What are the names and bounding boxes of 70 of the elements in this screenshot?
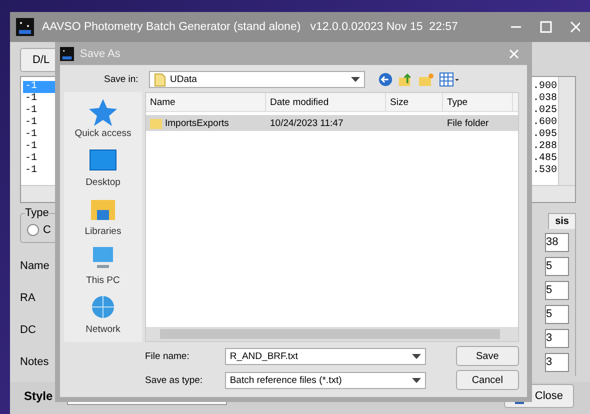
- column-header[interactable]: Date modified: [266, 93, 386, 111]
- radio-label: C: [43, 224, 51, 236]
- dropdown-arrow-icon: [412, 378, 421, 382]
- value-field[interactable]: 3: [545, 353, 569, 372]
- field-label: DC: [20, 323, 37, 338]
- save-in-dropdown[interactable]: UData: [149, 71, 365, 88]
- value-field[interactable]: 5: [545, 257, 569, 276]
- row-end-text: .288: [532, 141, 557, 153]
- folder-icon: [154, 72, 166, 86]
- listing-row[interactable]: -1: [23, 105, 55, 117]
- dialog-title: Save As: [80, 48, 122, 60]
- date-cell-text: 10/24/2023 11:47: [269, 116, 344, 130]
- listing-row[interactable]: -1: [23, 117, 55, 129]
- type-cell-text: File folder: [446, 116, 490, 130]
- value-field[interactable]: 5: [545, 281, 569, 300]
- row-end-text: .900: [532, 81, 557, 93]
- file-type-dropdown[interactable]: Batch reference files (*.txt): [224, 372, 426, 388]
- row-end-text: .485: [532, 153, 557, 165]
- field-label: Notes: [20, 355, 50, 370]
- listing-row[interactable]: -1: [23, 153, 55, 165]
- dropdown-arrow-icon: [351, 77, 360, 82]
- place-item[interactable]: Desktop: [82, 145, 124, 190]
- place-item[interactable]: Network: [82, 292, 124, 337]
- group-label: Type: [25, 207, 49, 219]
- close-icon[interactable]: [570, 21, 580, 33]
- app-icon: [60, 46, 74, 60]
- value-field[interactable]: 5: [545, 305, 569, 324]
- horizontal-scrollbar[interactable]: [146, 327, 518, 341]
- listing-row[interactable]: -1: [23, 93, 55, 105]
- maximize-icon[interactable]: [540, 21, 552, 33]
- field-label: RA: [20, 291, 36, 306]
- view-menu-icon[interactable]: [439, 72, 459, 87]
- listing-row[interactable]: -1: [23, 129, 55, 141]
- style-label: Style: [24, 389, 53, 403]
- save-in-label: Save in:: [104, 74, 140, 85]
- file-name-cell: ImportsExports: [146, 115, 266, 131]
- up-folder-icon[interactable]: [398, 72, 413, 87]
- file-name-field[interactable]: R_AND_BRF.txt: [224, 348, 426, 364]
- value-field[interactable]: 38: [545, 233, 569, 252]
- row-end-text: .600: [532, 117, 557, 129]
- vertical-scrollbar[interactable]: [558, 77, 575, 186]
- column-header[interactable]: Size: [386, 93, 443, 111]
- window-title: AAVSO Photometry Batch Generator (stand alone) v12.0.0.02023 Nov 15 22:57: [42, 21, 459, 33]
- new-folder-icon[interactable]: [418, 72, 434, 87]
- radio-button[interactable]: [27, 224, 39, 236]
- column-header[interactable]: Type: [443, 93, 513, 111]
- dropdown-arrow-icon: [412, 354, 421, 358]
- back-icon[interactable]: [378, 72, 393, 87]
- folder-icon: [150, 117, 162, 129]
- field-label: Name: [20, 259, 50, 274]
- star-icon: [88, 98, 118, 126]
- column-header[interactable]: Name: [146, 93, 266, 111]
- save-as-type-label: Save as type:: [145, 374, 204, 386]
- row-end-text: .025: [532, 105, 557, 117]
- file-row[interactable]: ImportsExports 10/24/2023 11:47 File folder: [146, 115, 518, 131]
- cancel-button[interactable]: Cancel: [456, 370, 519, 390]
- row-end-text: .038: [532, 93, 557, 105]
- row-end-text: .095: [532, 129, 557, 141]
- close-icon[interactable]: [509, 48, 519, 58]
- place-item[interactable]: Libraries: [80, 194, 126, 239]
- save-button[interactable]: Save: [456, 346, 519, 366]
- listing-row[interactable]: -1: [23, 165, 55, 177]
- file-name-label: File name:: [145, 350, 190, 362]
- app-icon: [16, 18, 34, 36]
- value-field[interactable]: 3: [545, 329, 569, 348]
- row-end-text: .530: [532, 165, 557, 177]
- listing-row[interactable]: -1: [23, 141, 55, 153]
- place-item[interactable]: Quick access: [70, 96, 136, 141]
- place-item[interactable]: This PC: [82, 243, 124, 288]
- tab[interactable]: sis: [548, 213, 576, 229]
